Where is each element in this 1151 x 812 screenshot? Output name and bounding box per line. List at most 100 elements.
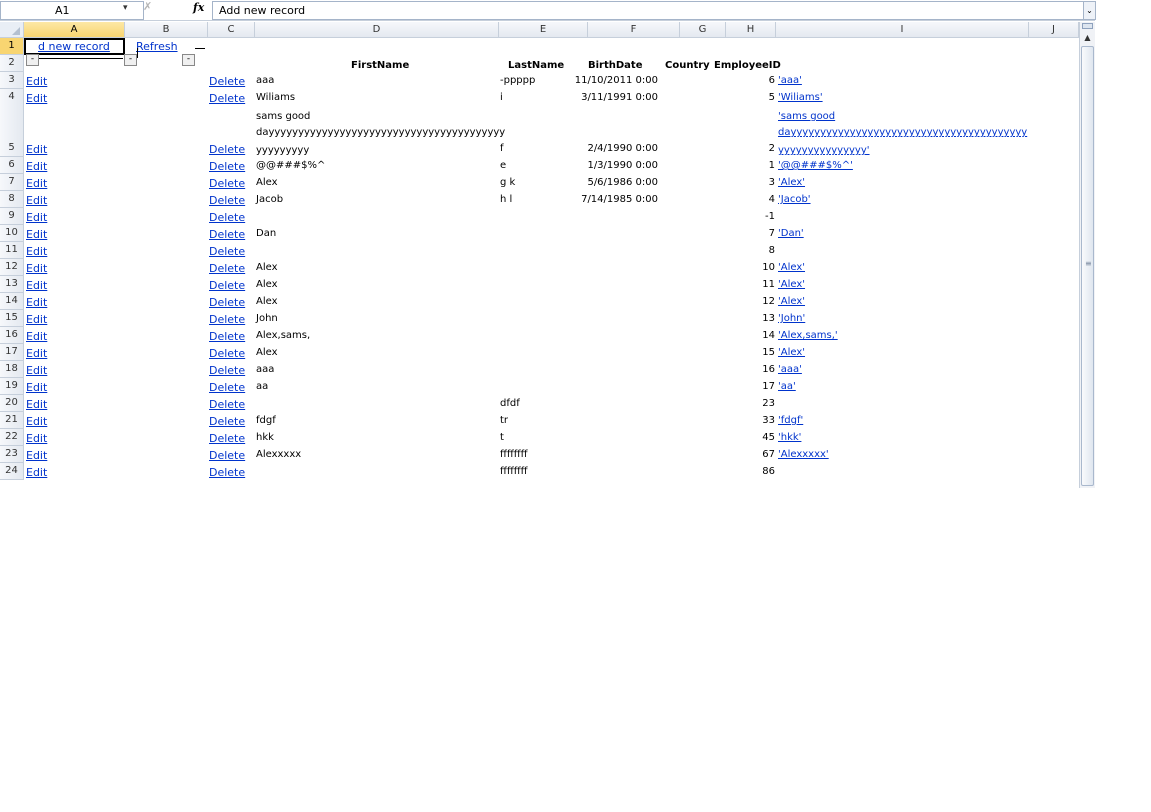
quoted-name-cell[interactable]: 'John' <box>778 313 805 324</box>
cancel-icon[interactable]: ✗ <box>143 0 155 18</box>
row-header-19[interactable]: 19 <box>0 378 24 395</box>
edit-link[interactable]: Edit <box>26 449 47 462</box>
row-header-13[interactable]: 13 <box>0 276 24 293</box>
scroll-up-icon[interactable]: ▲ <box>1081 31 1094 45</box>
delete-link[interactable]: Delete <box>209 177 245 190</box>
quoted-name-cell[interactable]: 'Wiliams' <box>778 92 823 103</box>
expand-formula-bar-icon[interactable]: ⌄ <box>1083 1 1096 20</box>
quoted-name-cell[interactable]: 'fdgf' <box>778 415 803 426</box>
edit-link[interactable]: Edit <box>26 381 47 394</box>
quoted-name-line-2[interactable]: dayyyyyyyyyyyyyyyyyyyyyyyyyyyyyyyyyyyyyy… <box>778 127 1027 138</box>
quoted-name-cell[interactable]: 'Jacob' <box>778 194 811 205</box>
row-header-24[interactable]: 24 <box>0 463 24 480</box>
delete-link[interactable]: Delete <box>209 466 245 479</box>
column-header-e[interactable]: E <box>499 22 588 38</box>
row-header-6[interactable]: 6 <box>0 157 24 174</box>
quoted-name-cell[interactable]: 'Alexxxxx' <box>778 449 829 460</box>
row-header-23[interactable]: 23 <box>0 446 24 463</box>
quoted-name-cell[interactable]: 'Dan' <box>778 228 804 239</box>
row-header-2[interactable]: 2 <box>0 55 24 72</box>
quoted-name-line-1[interactable]: 'sams good <box>778 111 835 122</box>
edit-link[interactable]: Edit <box>26 228 47 241</box>
delete-link[interactable]: Delete <box>209 279 245 292</box>
quoted-name-cell[interactable]: 'aaa' <box>778 75 802 86</box>
column-header-d[interactable]: D <box>255 22 499 38</box>
delete-link[interactable]: Delete <box>209 330 245 343</box>
refresh-link[interactable]: Refresh <box>136 40 178 53</box>
select-all-button[interactable] <box>0 22 24 38</box>
quoted-name-cell[interactable]: 'Alex,sams,' <box>778 330 838 341</box>
quoted-name-cell[interactable]: 'Alex' <box>778 296 805 307</box>
column-header-g[interactable]: G <box>680 22 726 38</box>
row-header-21[interactable]: 21 <box>0 412 24 429</box>
edit-link[interactable]: Edit <box>26 466 47 479</box>
column-header-b[interactable]: B <box>125 22 208 38</box>
edit-link[interactable]: Edit <box>26 75 47 88</box>
form-button-2[interactable]: - <box>124 54 137 66</box>
delete-link[interactable]: Delete <box>209 75 245 88</box>
delete-link[interactable]: Delete <box>209 347 245 360</box>
delete-link[interactable]: Delete <box>209 449 245 462</box>
quoted-name-cell[interactable]: 'Alex' <box>778 347 805 358</box>
edit-link[interactable]: Edit <box>26 194 47 207</box>
quoted-name-line-3[interactable]: yyyyyyyyyyyyyyy' <box>778 145 870 156</box>
delete-link[interactable]: Delete <box>209 262 245 275</box>
edit-link[interactable]: Edit <box>26 160 47 173</box>
edit-link[interactable]: Edit <box>26 211 47 224</box>
row-header-5[interactable]: 5 <box>0 106 24 157</box>
quoted-name-cell[interactable]: 'Alex' <box>778 279 805 290</box>
quoted-name-cell[interactable]: 'Alex' <box>778 177 805 188</box>
row-header-8[interactable]: 8 <box>0 191 24 208</box>
delete-link[interactable]: Delete <box>209 432 245 445</box>
row-header-10[interactable]: 10 <box>0 225 24 242</box>
column-header-a[interactable]: A <box>24 22 125 38</box>
delete-link[interactable]: Delete <box>209 313 245 326</box>
delete-link[interactable]: Delete <box>209 364 245 377</box>
split-box[interactable] <box>1082 23 1093 29</box>
edit-link[interactable]: Edit <box>26 347 47 360</box>
edit-link[interactable]: Edit <box>26 432 47 445</box>
row-header-11[interactable]: 11 <box>0 242 24 259</box>
row-header-3[interactable]: 3 <box>0 72 24 89</box>
row-header-12[interactable]: 12 <box>0 259 24 276</box>
row-header-14[interactable]: 14 <box>0 293 24 310</box>
edit-link[interactable]: Edit <box>26 143 47 156</box>
edit-link[interactable]: Edit <box>26 398 47 411</box>
quoted-name-cell[interactable]: '@@###$%^' <box>778 160 853 171</box>
delete-link[interactable]: Delete <box>209 160 245 173</box>
column-header-h[interactable]: H <box>726 22 776 38</box>
row-header-9[interactable]: 9 <box>0 208 24 225</box>
row-header-16[interactable]: 16 <box>0 327 24 344</box>
delete-link[interactable]: Delete <box>209 92 245 105</box>
edit-link[interactable]: Edit <box>26 177 47 190</box>
quoted-name-cell[interactable]: 'aa' <box>778 381 796 392</box>
cell-grid[interactable]: d new record Refresh FirstName LastName … <box>24 38 1079 488</box>
delete-link[interactable]: Delete <box>209 194 245 207</box>
chevron-down-icon[interactable]: ▾ <box>123 3 128 13</box>
row-header-18[interactable]: 18 <box>0 361 24 378</box>
vertical-scrollbar[interactable]: ▲ ≡ <box>1079 22 1095 488</box>
delete-link[interactable]: Delete <box>209 296 245 309</box>
delete-link[interactable]: Delete <box>209 211 245 224</box>
edit-link[interactable]: Edit <box>26 279 47 292</box>
delete-link[interactable]: Delete <box>209 143 245 156</box>
form-button-3[interactable]: - <box>182 54 195 66</box>
delete-link[interactable]: Delete <box>209 245 245 258</box>
edit-link[interactable]: Edit <box>26 92 47 105</box>
quoted-name-cell[interactable]: 'aaa' <box>778 364 802 375</box>
column-header-f[interactable]: F <box>588 22 680 38</box>
row-header-15[interactable]: 15 <box>0 310 24 327</box>
edit-link[interactable]: Edit <box>26 330 47 343</box>
edit-link[interactable]: Edit <box>26 415 47 428</box>
column-header-j[interactable]: J <box>1029 22 1079 38</box>
name-box[interactable]: A1 ▾ <box>0 1 144 20</box>
column-header-i[interactable]: I <box>776 22 1029 38</box>
row-header-7[interactable]: 7 <box>0 174 24 191</box>
delete-link[interactable]: Delete <box>209 415 245 428</box>
row-header-20[interactable]: 20 <box>0 395 24 412</box>
scrollbar-thumb[interactable]: ≡ <box>1081 46 1094 486</box>
quoted-name-cell[interactable]: 'Alex' <box>778 262 805 273</box>
edit-link[interactable]: Edit <box>26 296 47 309</box>
delete-link[interactable]: Delete <box>209 228 245 241</box>
row-header-22[interactable]: 22 <box>0 429 24 446</box>
